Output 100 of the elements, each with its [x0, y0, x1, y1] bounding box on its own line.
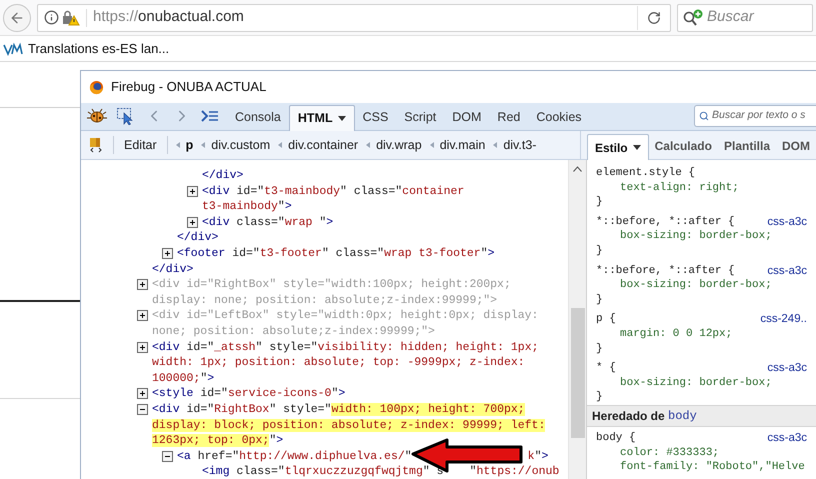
code-line: 100000;"> [152, 370, 214, 386]
search-field[interactable]: Buscar por texto o s [694, 105, 816, 127]
url-text: https://onubactual.com [93, 7, 244, 28]
source-link[interactable]: css-a3c [767, 214, 807, 230]
code-line: <div id="_atssh" style="visibility: hidden; height: 1px; [152, 340, 539, 356]
code-line: <style id="service-icons-0"> [152, 386, 346, 402]
url-field[interactable]: https://onubactual.com [37, 4, 671, 32]
expand-icon[interactable] [137, 279, 148, 290]
code-line: <div id="t3-mainbody" class="container [202, 184, 464, 200]
code-line: 1263px; top: 0px;"> [152, 433, 284, 449]
closing-brace: } [596, 390, 604, 405]
lock-warning-icon[interactable] [62, 10, 80, 26]
code-line: none; position: absolute;z-index:99999;"> [152, 324, 435, 340]
source-link[interactable]: css-a3c [767, 361, 807, 376]
css-declaration: text-align: right; [619, 180, 740, 196]
search-icon [699, 110, 709, 122]
search-add-icon [682, 8, 704, 26]
bookmark-item[interactable]: Translations es-ES lan... [0, 38, 172, 60]
search-field[interactable]: Buscar [677, 4, 813, 32]
expand-icon[interactable] [137, 310, 148, 322]
separator-icon [493, 142, 498, 148]
caret-icon [632, 145, 641, 150]
back-button[interactable] [3, 4, 31, 32]
css-selector: *::before, *::after { [596, 264, 735, 278]
code-line: k"> [528, 448, 548, 464]
search-input[interactable]: Buscar por texto o s [712, 108, 816, 124]
collapse-icon[interactable] [162, 450, 173, 462]
edit-button[interactable]: Editar [114, 133, 167, 157]
expand-icon[interactable] [187, 186, 198, 197]
panel-tab[interactable]: CSS [354, 104, 396, 130]
css-declaration: box-sizing: border-box; [619, 229, 773, 244]
css-selector: p { [596, 312, 616, 327]
scroll-up-icon[interactable] [573, 166, 582, 172]
code-line: t3-mainbody"> [202, 199, 292, 215]
source-link[interactable]: css-a3c [767, 264, 807, 278]
code-line: <div id="RightBox" style="width:100px; height:200px; [152, 277, 511, 293]
breadcrumb-item[interactable]: div.container [288, 136, 358, 154]
side-tab[interactable]: DOM [776, 133, 816, 159]
css-declaration: color: #333333; [619, 446, 720, 460]
reload-icon [647, 10, 661, 24]
panel-tab[interactable]: DOM [444, 104, 490, 130]
info-icon[interactable] [44, 10, 59, 25]
css-selector: * { [596, 361, 616, 376]
side-tab[interactable]: Calculado [648, 133, 718, 159]
scrollbar-thumb[interactable] [570, 308, 584, 438]
panel-tab[interactable]: Red [489, 104, 528, 130]
browser-logo-icon [89, 80, 104, 94]
panel-tab[interactable]: Consola [227, 104, 289, 130]
breadcrumb-item[interactable]: div.t3- [503, 136, 536, 154]
closing-brace: } [596, 244, 604, 259]
closing-brace: } [596, 342, 604, 356]
css-declaration: font-family: "Roboto","Helve [619, 460, 806, 475]
code-line: display: none; position: absolute;z-index:99999;"> [152, 292, 498, 308]
code-line: <a href="http://www.diphuelva.es/" [177, 448, 412, 464]
separator-icon [278, 142, 282, 148]
code-line: <div id="LeftBox" style="width:0px; height:0px; display: [152, 308, 538, 324]
css-selector: *::before, *::after { [596, 214, 735, 230]
window-title: Firebug - ONUBA ACTUAL [111, 78, 266, 96]
breadcrumb-item[interactable]: p [186, 136, 194, 154]
logo-icon [3, 42, 23, 56]
expand-icon[interactable] [137, 388, 148, 400]
command-line-icon[interactable] [201, 110, 219, 122]
css-selector: element.style { [596, 166, 696, 181]
breadcrumb-item[interactable]: div.main [440, 136, 486, 154]
side-tab[interactable]: Plantilla [718, 133, 776, 159]
breadcrumb-item[interactable]: div.custom [211, 136, 270, 154]
code-line: width: 1px; position: absolute; top: -9999px; z-index: [152, 355, 525, 371]
source-link[interactable]: css-a3c [767, 430, 807, 446]
separator-icon [366, 142, 370, 148]
expand-icon[interactable] [137, 342, 148, 353]
code-line: <div class="wrap "> [202, 214, 334, 230]
css-declaration: margin: 0 0 12px; [619, 326, 734, 342]
edit-icon[interactable] [88, 137, 104, 153]
panel-tab[interactable]: Cookies [528, 104, 590, 130]
breadcrumb-item[interactable]: div.wrap [376, 136, 422, 154]
code-line: <div id="RightBox" style="width: 100px; height: 700px; [152, 402, 525, 418]
source-link[interactable]: css-249.. [760, 312, 807, 327]
code-line: </div> [177, 230, 218, 246]
code-line: </div> [152, 262, 194, 278]
bug-icon[interactable] [87, 108, 107, 124]
separator-icon [176, 142, 180, 148]
caret-icon [338, 116, 346, 121]
closing-brace: } [596, 292, 604, 308]
separator-icon [430, 142, 434, 148]
collapse-icon[interactable] [137, 404, 148, 415]
code-line: "https://onub [470, 464, 560, 479]
panel-tab[interactable]: Script [396, 104, 444, 130]
inspect-icon[interactable] [117, 108, 135, 124]
css-selector: body { [596, 430, 636, 446]
panel-tab[interactable]: HTML [288, 105, 355, 131]
expand-icon[interactable] [187, 216, 198, 228]
search-input[interactable]: Buscar [707, 6, 807, 29]
css-declaration: box-sizing: border-box; [619, 278, 773, 293]
code-line: <footer id="t3-footer" class="wrap t3-footer"> [177, 246, 495, 262]
separator-icon [201, 142, 206, 148]
css-declaration: box-sizing: border-box; [619, 376, 773, 390]
side-tab[interactable]: Estilo [586, 134, 649, 160]
expand-icon[interactable] [162, 248, 173, 259]
section-header: Heredado de body [587, 404, 816, 427]
closing-brace: } [596, 195, 604, 210]
